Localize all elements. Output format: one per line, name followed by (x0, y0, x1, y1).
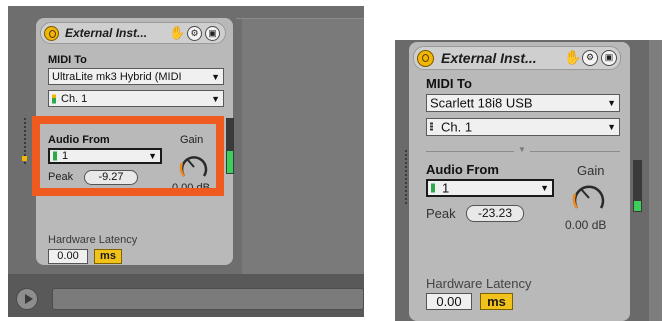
level-meter (633, 160, 642, 212)
section-divider (426, 151, 514, 152)
latency-unit-button[interactable]: ms (480, 293, 513, 310)
midi-to-value: Scarlett 18i8 USB (430, 95, 533, 111)
divider (236, 18, 364, 19)
midi-channel-select[interactable]: Ch. 1 ▼ (426, 118, 620, 136)
midi-to-value: UltraLite mk3 Hybrid (MIDI (52, 70, 182, 83)
hardware-latency-label: Hardware Latency (48, 234, 138, 246)
device-title-bar[interactable]: External Inst... ✋ ⚙ ▣ (413, 46, 621, 70)
audio-from-value: 1 (442, 180, 450, 196)
play-icon[interactable] (16, 288, 38, 310)
peak-label: Peak (426, 206, 456, 221)
midi-to-select[interactable]: Scarlett 18i8 USB ▼ (426, 94, 620, 112)
settings-icon[interactable]: ⚙ (187, 26, 202, 41)
peak-value[interactable]: -23.23 (466, 205, 524, 222)
drag-handle[interactable] (405, 150, 407, 206)
power-icon[interactable] (417, 50, 434, 67)
dropdown-arrow-icon: ▼ (607, 122, 616, 132)
device-chain-area (649, 40, 662, 321)
right-screenshot: External Inst... ✋ ⚙ ▣ MIDI To Scarlett … (395, 40, 662, 321)
gain-knob[interactable] (569, 178, 609, 216)
collapse-arrow-icon[interactable]: ▼ (518, 145, 526, 154)
latency-unit-button[interactable]: ms (94, 249, 122, 264)
section-divider (530, 151, 620, 152)
dropdown-arrow-icon: ▼ (607, 98, 616, 108)
hand-icon[interactable]: ✋ (169, 25, 185, 41)
clip-scroll-field[interactable] (52, 288, 364, 310)
device-title-bar[interactable]: External Inst... ✋ ⚙ ▣ (40, 22, 226, 44)
device-chain-area (242, 18, 364, 274)
gain-label: Gain (577, 163, 605, 178)
audio-from-select[interactable]: 1 ▼ (426, 179, 554, 197)
settings-icon[interactable]: ⚙ (582, 50, 598, 66)
dropdown-arrow-icon: ▼ (540, 183, 549, 193)
channel-icon (52, 94, 56, 103)
highlight-box (32, 116, 224, 196)
midi-to-label: MIDI To (48, 54, 87, 66)
external-instrument-device: External Inst... ✋ ⚙ ▣ MIDI To Scarlett … (409, 42, 630, 321)
save-icon[interactable]: ▣ (205, 26, 220, 41)
channel-icon (430, 122, 433, 132)
dropdown-arrow-icon: ▼ (211, 71, 220, 82)
device-title: External Inst... (65, 26, 148, 40)
midi-to-label: MIDI To (426, 76, 472, 91)
midi-channel-value: Ch. 1 (441, 119, 473, 135)
midi-channel-select[interactable]: Ch. 1 ▼ (48, 90, 224, 107)
midi-channel-value: Ch. 1 (61, 92, 88, 105)
input-icon (431, 183, 435, 193)
hardware-latency-label: Hardware Latency (426, 276, 532, 291)
hand-icon[interactable]: ✋ (564, 49, 581, 66)
midi-to-select[interactable]: UltraLite mk3 Hybrid (MIDI ▼ (48, 68, 224, 85)
save-icon[interactable]: ▣ (601, 50, 617, 66)
device-title: External Inst... (441, 50, 537, 66)
level-meter (226, 118, 234, 174)
latency-value[interactable]: 0.00 (426, 293, 472, 310)
gain-value: 0.00 dB (565, 218, 607, 232)
left-screenshot: External Inst... ✋ ⚙ ▣ MIDI To UltraLite… (8, 6, 364, 317)
power-icon[interactable] (44, 26, 59, 41)
audio-from-label: Audio From (426, 162, 499, 177)
input-indicator (22, 156, 27, 161)
dropdown-arrow-icon: ▼ (211, 93, 220, 104)
latency-value[interactable]: 0.00 (48, 249, 88, 264)
